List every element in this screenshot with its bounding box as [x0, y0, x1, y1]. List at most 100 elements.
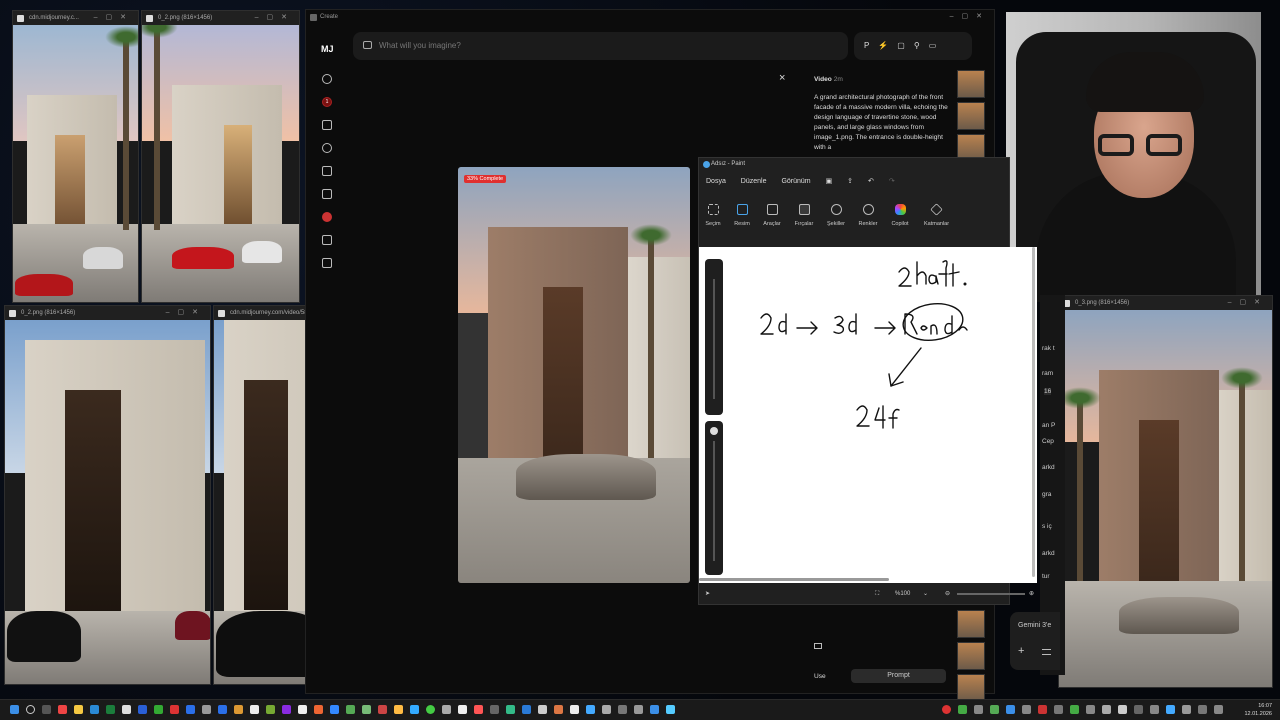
tray-icon[interactable] [1214, 705, 1223, 714]
organize-icon[interactable] [322, 166, 332, 176]
folder-icon[interactable] [814, 643, 822, 649]
app-icon[interactable] [74, 705, 83, 714]
zoom-level[interactable]: %100 [895, 584, 910, 604]
tool-colors[interactable]: Renkler [856, 200, 880, 227]
image-window-top-left[interactable]: cdn.midjourney.c... –▢✕ [12, 10, 139, 303]
app-icon[interactable] [218, 705, 227, 714]
toolbar[interactable]: P⚡▢⚲▭ [854, 32, 972, 60]
thumbnail[interactable] [957, 102, 985, 130]
prompt-input[interactable]: What will you imagine? [353, 32, 848, 60]
app-icon[interactable] [154, 705, 163, 714]
window-controls[interactable]: –▢✕ [255, 11, 295, 25]
app-icon[interactable] [106, 705, 115, 714]
tool-brushes[interactable]: Fırçalar [792, 200, 816, 227]
zoom-in-icon[interactable]: ⊕ [1029, 584, 1034, 604]
tray-icon[interactable] [1086, 705, 1095, 714]
folder-icon[interactable] [322, 189, 332, 199]
app-icon[interactable] [554, 705, 563, 714]
app-icon[interactable] [170, 705, 179, 714]
app-icon[interactable] [538, 705, 547, 714]
app-icon[interactable] [250, 705, 259, 714]
chevron-down-icon[interactable]: ⌄ [923, 584, 928, 604]
title-bar[interactable]: 0_2.png (816×1456) –▢✕ [5, 306, 210, 320]
labs-icon[interactable] [322, 212, 332, 222]
image-window-right[interactable]: 0_3.png (816×1456) –▢✕ [1058, 295, 1273, 688]
app-icon[interactable] [618, 705, 627, 714]
menu-edit[interactable]: Düzenle [741, 178, 767, 185]
thumbs-up-icon[interactable] [322, 258, 332, 268]
app-icon[interactable] [602, 705, 611, 714]
menu-file[interactable]: Dosya [706, 178, 726, 185]
app-icon[interactable] [58, 705, 67, 714]
app-icon[interactable] [330, 705, 339, 714]
close-icon[interactable]: × [779, 72, 785, 84]
title-bar[interactable]: Adsız - Paint [699, 158, 1009, 170]
tray-icon[interactable] [1038, 705, 1047, 714]
mj-logo[interactable]: MJ [321, 44, 334, 54]
app-icon[interactable] [570, 705, 579, 714]
app-icon[interactable] [234, 705, 243, 714]
app-icon[interactable] [266, 705, 275, 714]
edit-icon[interactable] [322, 120, 332, 130]
grid-icon[interactable] [322, 143, 332, 153]
undo-icon[interactable]: ↶ [868, 178, 874, 185]
redo-icon[interactable]: ↷ [889, 178, 895, 185]
window-controls[interactable]: –▢✕ [1228, 296, 1268, 310]
tray-icon[interactable] [958, 705, 967, 714]
search-icon[interactable] [26, 705, 35, 714]
title-bar[interactable]: 0_2.png (816×1456) –▢✕ [142, 11, 299, 25]
app-icon[interactable] [586, 705, 595, 714]
explore-icon[interactable] [322, 74, 332, 84]
tray-icon[interactable] [1102, 705, 1111, 714]
app-icon[interactable] [346, 705, 355, 714]
gemini-prompt-box[interactable]: Gemini 3'e + [1010, 612, 1060, 670]
tray-icon[interactable] [1150, 705, 1159, 714]
image-prompt-icon[interactable] [363, 41, 372, 49]
tray-icon[interactable] [1070, 705, 1079, 714]
tray-icon[interactable] [1182, 705, 1191, 714]
system-clock[interactable]: 16:07 12.01.2026 [1244, 702, 1272, 718]
vertical-scrollbar[interactable] [1032, 247, 1035, 577]
thumbnail[interactable] [957, 642, 985, 670]
video-preview[interactable]: 33% Complete [458, 167, 690, 583]
personalize-button[interactable]: P [864, 41, 878, 50]
app-icon[interactable] [394, 705, 403, 714]
thumbnail[interactable] [957, 70, 985, 98]
app-icon[interactable] [122, 705, 131, 714]
tool-tools[interactable]: Araçlar [760, 200, 784, 227]
window-controls[interactable]: –▢✕ [166, 306, 206, 320]
zoom-out-icon[interactable]: ⊖ [945, 584, 950, 604]
paint-window[interactable]: Adsız - Paint Dosya Düzenle Görünüm ▣ ⇪ … [698, 157, 1037, 605]
app-icon[interactable] [282, 705, 291, 714]
app-icon[interactable] [202, 705, 211, 714]
paint-canvas[interactable] [699, 247, 1037, 583]
title-bar[interactable]: cdn.midjourney.c... –▢✕ [13, 11, 138, 25]
share-icon[interactable]: ⇪ [847, 178, 853, 185]
app-icon[interactable] [522, 705, 531, 714]
window-controls[interactable]: –▢✕ [950, 10, 990, 24]
tool-copilot[interactable]: Copilot [888, 200, 912, 227]
app-icon[interactable] [634, 705, 643, 714]
tray-icon[interactable] [974, 705, 983, 714]
title-bar[interactable]: Create –▢✕ [306, 10, 994, 24]
thumbnail[interactable] [957, 674, 985, 702]
thumbnail[interactable] [957, 610, 985, 638]
add-icon[interactable]: + [1018, 645, 1024, 657]
tray-icon[interactable] [1022, 705, 1031, 714]
prompt-button[interactable]: Prompt [851, 669, 946, 683]
app-icon[interactable] [186, 705, 195, 714]
app-icon[interactable] [426, 705, 435, 714]
title-bar[interactable]: 0_3.png (816×1456) –▢✕ [1059, 296, 1272, 310]
app-icon[interactable] [650, 705, 659, 714]
app-icon[interactable] [298, 705, 307, 714]
tool-shapes[interactable]: Şekiller [824, 200, 848, 227]
brush-size-slider[interactable] [705, 259, 723, 415]
app-icon[interactable] [90, 705, 99, 714]
tray-icon[interactable] [1134, 705, 1143, 714]
tray-icon[interactable] [1166, 705, 1175, 714]
fit-icon[interactable]: ⛶ [875, 584, 879, 604]
app-icon[interactable] [138, 705, 147, 714]
horizontal-scrollbar[interactable] [699, 578, 889, 581]
image-window-top-second[interactable]: 0_2.png (816×1456) –▢✕ [141, 10, 300, 303]
tray-icon[interactable] [1118, 705, 1127, 714]
